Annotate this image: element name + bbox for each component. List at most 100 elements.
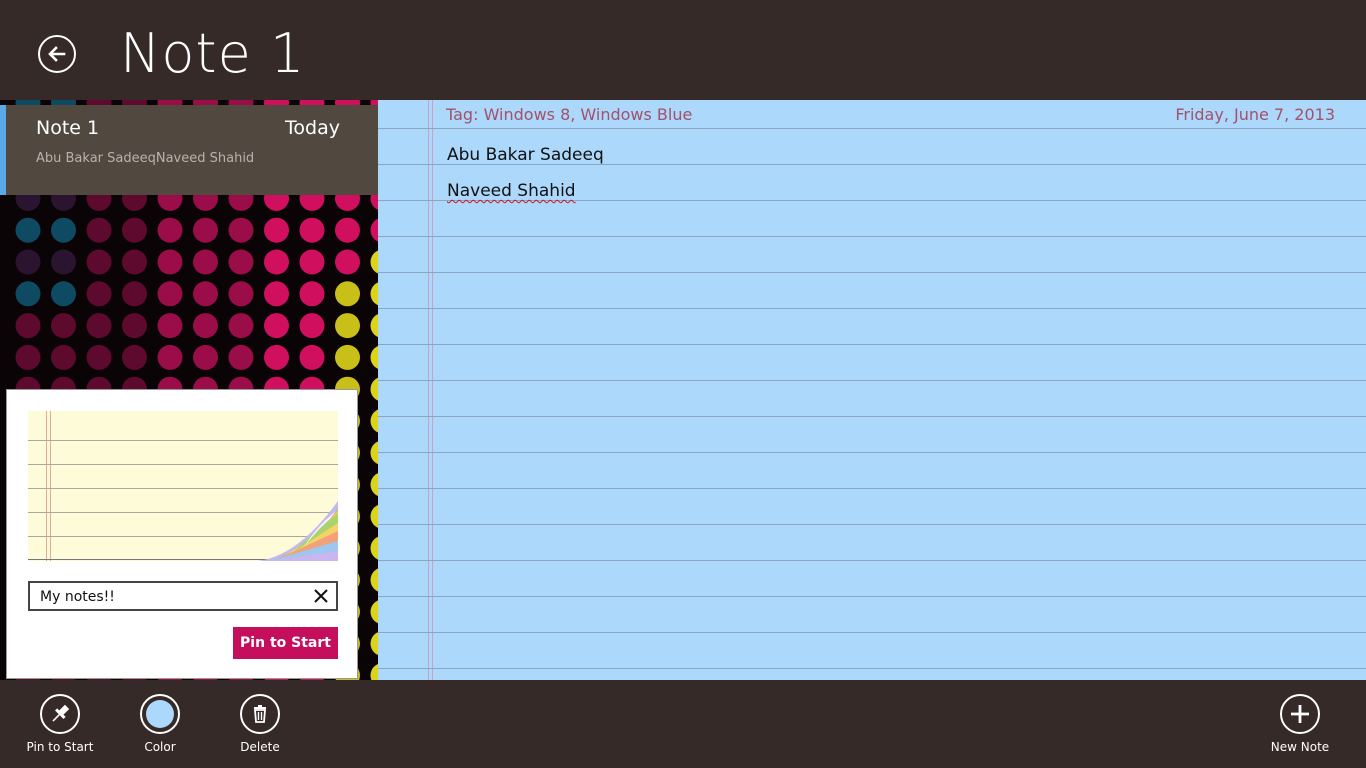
decorative-dot bbox=[264, 281, 289, 307]
page-title: Note 1 bbox=[120, 22, 306, 85]
pin-to-start-flyout: Pin to Start bbox=[6, 389, 358, 679]
ruled-line bbox=[378, 452, 1366, 453]
decorative-dot bbox=[335, 217, 360, 243]
ruled-line bbox=[378, 128, 1366, 129]
app-header: Note 1 bbox=[0, 0, 1366, 100]
decorative-dot bbox=[370, 441, 378, 465]
note-item-title: Note 1 bbox=[36, 117, 100, 139]
ruled-line bbox=[378, 380, 1366, 381]
decorative-dot bbox=[299, 313, 325, 339]
back-button[interactable] bbox=[38, 35, 76, 73]
delete-command[interactable]: Delete bbox=[210, 694, 310, 754]
note-item-preview: Abu Bakar SadeeqNaveed Shahid bbox=[36, 151, 255, 166]
ruled-line bbox=[378, 596, 1366, 597]
ruled-line bbox=[378, 236, 1366, 237]
note-text-line[interactable]: Naveed Shahid bbox=[447, 181, 576, 201]
decorative-dot bbox=[370, 568, 378, 592]
tile-preview-image bbox=[28, 411, 338, 561]
decorative-dot bbox=[370, 504, 378, 528]
decorative-dot bbox=[299, 281, 325, 307]
decorative-dot bbox=[122, 281, 147, 307]
decorative-dot bbox=[264, 313, 289, 339]
decorative-dot bbox=[370, 600, 378, 624]
decorative-dot bbox=[122, 344, 147, 370]
decorative-dot bbox=[228, 249, 254, 275]
decorative-dot bbox=[15, 217, 41, 243]
decorative-dot bbox=[86, 249, 112, 275]
color-command-label: Color bbox=[144, 740, 176, 754]
tile-name-field[interactable] bbox=[28, 581, 338, 611]
decorative-dot bbox=[370, 473, 378, 497]
decorative-dot bbox=[51, 313, 76, 339]
decorative-dot bbox=[264, 249, 289, 275]
decorative-dot bbox=[370, 218, 378, 242]
tile-name-input[interactable] bbox=[38, 586, 302, 608]
decorative-dot bbox=[122, 313, 147, 339]
note-tags: Tag: Windows 8, Windows Blue bbox=[446, 105, 693, 124]
ruled-line bbox=[378, 272, 1366, 273]
decorative-dot bbox=[264, 344, 289, 370]
color-command[interactable]: Color bbox=[110, 694, 210, 754]
decorative-dot bbox=[193, 217, 218, 243]
ruled-line bbox=[378, 416, 1366, 417]
page-curl-icon bbox=[258, 501, 338, 561]
decorative-dot bbox=[228, 217, 254, 243]
note-date: Friday, June 7, 2013 bbox=[1175, 105, 1335, 124]
ruled-line bbox=[378, 632, 1366, 633]
pin-to-start-command[interactable]: Pin to Start bbox=[10, 694, 110, 754]
decorative-dot bbox=[86, 344, 112, 370]
selection-accent bbox=[0, 105, 6, 195]
pin-to-start-button[interactable]: Pin to Start bbox=[233, 627, 338, 659]
decorative-dot bbox=[264, 217, 289, 243]
color-swatch-icon bbox=[140, 694, 180, 734]
decorative-dot bbox=[370, 282, 378, 306]
note-editor[interactable]: Tag: Windows 8, Windows Blue Friday, Jun… bbox=[378, 100, 1366, 680]
decorative-dot bbox=[299, 217, 325, 243]
decorative-dot bbox=[370, 377, 378, 401]
new-note-command-label: New Note bbox=[1270, 740, 1330, 754]
delete-command-label: Delete bbox=[240, 740, 280, 754]
decorative-dot bbox=[122, 217, 147, 243]
note-item-date: Today bbox=[285, 117, 340, 139]
decorative-dot bbox=[370, 250, 378, 274]
ruled-line bbox=[378, 308, 1366, 309]
decorative-dot bbox=[122, 249, 147, 275]
decorative-dot bbox=[86, 313, 112, 339]
decorative-dot bbox=[335, 344, 360, 370]
clear-icon[interactable] bbox=[312, 587, 330, 605]
decorative-dot bbox=[299, 249, 325, 275]
decorative-dot bbox=[193, 313, 218, 339]
pin-command-label: Pin to Start bbox=[26, 740, 94, 754]
decorative-dot bbox=[193, 281, 218, 307]
decorative-dot bbox=[299, 344, 325, 370]
decorative-dot bbox=[51, 281, 76, 307]
decorative-dot bbox=[370, 345, 378, 369]
decorative-dot bbox=[15, 344, 41, 370]
decorative-dot bbox=[335, 313, 360, 339]
note-text-line[interactable]: Abu Bakar Sadeeq bbox=[447, 145, 604, 165]
decorative-dot bbox=[335, 281, 360, 307]
ruled-line bbox=[378, 488, 1366, 489]
decorative-dot bbox=[370, 663, 378, 680]
decorative-dot bbox=[157, 313, 183, 339]
decorative-dot bbox=[157, 249, 183, 275]
pin-icon bbox=[40, 694, 80, 734]
decorative-dot bbox=[335, 249, 360, 275]
note-list-item[interactable]: Note 1 Today Abu Bakar SadeeqNaveed Shah… bbox=[0, 105, 378, 195]
decorative-dot bbox=[86, 217, 112, 243]
decorative-dot bbox=[193, 344, 218, 370]
decorative-dot bbox=[228, 344, 254, 370]
decorative-dot bbox=[228, 281, 254, 307]
decorative-dot bbox=[15, 313, 41, 339]
decorative-dot bbox=[157, 281, 183, 307]
app-bar: Pin to Start Color Delete New Note bbox=[0, 680, 1366, 768]
decorative-dot bbox=[193, 249, 218, 275]
decorative-dot bbox=[370, 409, 378, 433]
decorative-dot bbox=[51, 217, 76, 243]
decorative-dot bbox=[370, 314, 378, 338]
decorative-dot bbox=[370, 632, 378, 656]
decorative-dot bbox=[370, 536, 378, 560]
new-note-command[interactable]: New Note bbox=[1250, 694, 1350, 754]
decorative-dot bbox=[51, 344, 76, 370]
plus-icon bbox=[1280, 694, 1320, 734]
